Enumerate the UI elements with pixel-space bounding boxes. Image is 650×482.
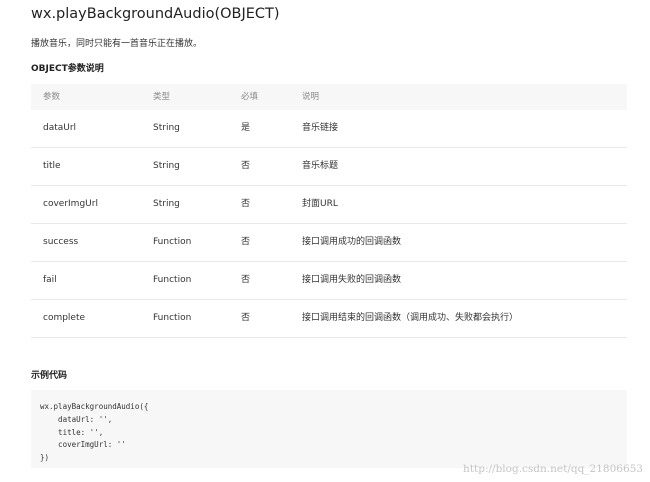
param-desc: 接口调用失败的回调函数 [302,275,402,285]
param-required: 否 [241,199,251,209]
header-type: 类型 [153,92,171,102]
header-required: 必填 [241,92,259,102]
table-header: 参数 类型 必填 说明 [31,84,627,110]
param-type: Function [153,237,192,247]
param-desc: 接口调用结束的回调函数（调用成功、失败都会执行） [302,313,519,323]
params-heading: OBJECT参数说明 [31,64,104,74]
param-required: 否 [241,313,251,323]
code-line: }) [40,453,50,462]
page-title: wx.playBackgroundAudio(OBJECT) [31,6,280,22]
table-row: success Function 否 接口调用成功的回调函数 [31,224,627,262]
params-table: 参数 类型 必填 说明 dataUrl String 是 音乐链接 title … [31,84,627,338]
param-desc: 封面URL [302,199,338,209]
header-desc: 说明 [302,92,320,102]
param-type: String [153,161,180,171]
param-desc: 音乐标题 [302,161,339,171]
param-name: complete [43,313,86,323]
code-line: coverImgUrl: '' [40,440,126,449]
param-type: Function [153,313,192,323]
param-name: title [43,161,61,171]
param-required: 否 [241,275,251,285]
code-block: wx.playBackgroundAudio({ dataUrl: '', ti… [31,390,627,468]
table-row: complete Function 否 接口调用结束的回调函数（调用成功、失败都… [31,300,627,338]
param-type: String [153,199,180,209]
param-required: 否 [241,237,251,247]
api-description: 播放音乐，同时只能有一首音乐正在播放。 [31,39,203,49]
table-row: fail Function 否 接口调用失败的回调函数 [31,262,627,300]
param-type: Function [153,275,192,285]
code-line: title: '', [40,428,104,437]
param-name: dataUrl [43,123,77,133]
code-line: wx.playBackgroundAudio({ [40,402,149,411]
param-required: 否 [241,161,251,171]
param-desc: 接口调用成功的回调函数 [302,237,402,247]
param-name: fail [43,275,57,285]
param-name: success [43,237,79,247]
watermark: http://blog.csdn.net/qq_21806653 [463,463,643,475]
code-line: dataUrl: '', [40,415,113,424]
example-heading: 示例代码 [31,371,68,381]
param-desc: 音乐链接 [302,123,339,133]
param-required: 是 [241,123,251,133]
table-row: dataUrl String 是 音乐链接 [31,110,627,148]
header-param: 参数 [43,92,61,102]
param-type: String [153,123,180,133]
table-row: coverImgUrl String 否 封面URL [31,186,627,224]
param-name: coverImgUrl [43,199,98,209]
table-row: title String 否 音乐标题 [31,148,627,186]
